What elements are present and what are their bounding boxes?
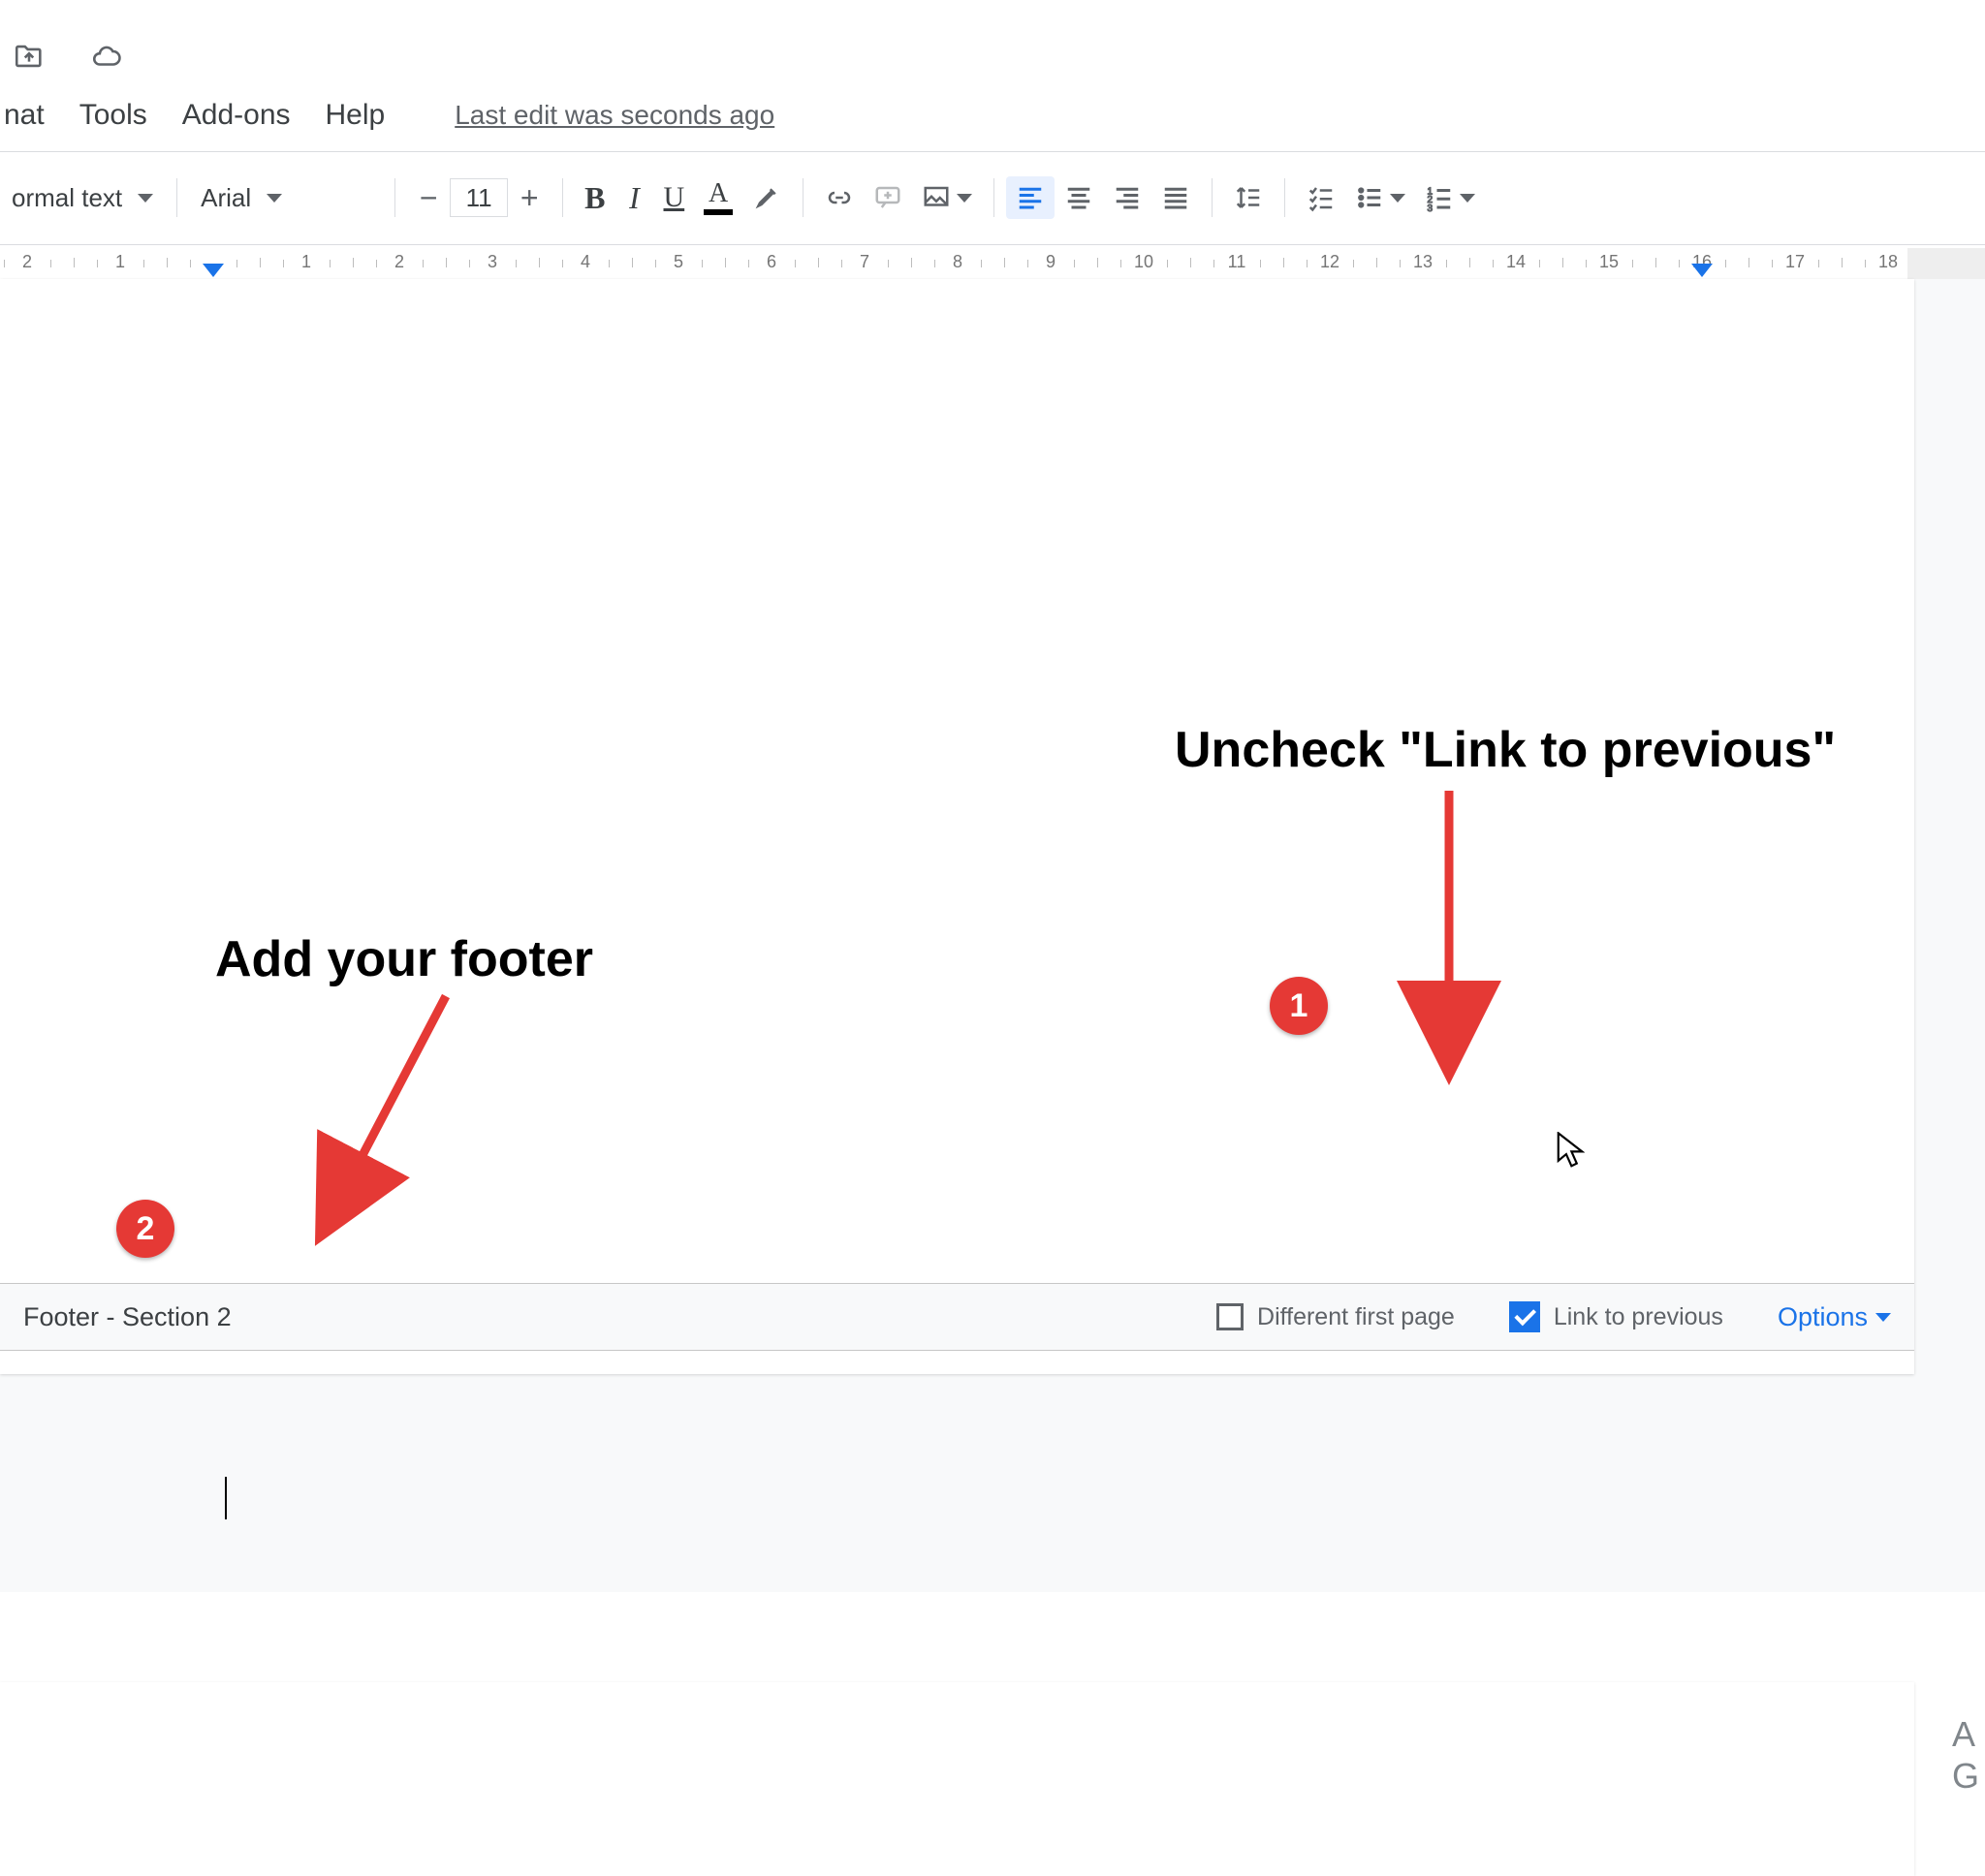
numbered-list-button[interactable]: 123 [1415,176,1485,219]
chevron-down-icon [1875,1313,1891,1322]
link-to-previous-checkbox[interactable] [1509,1301,1540,1332]
insert-link-button[interactable] [815,176,864,219]
align-center-button[interactable] [1055,176,1103,219]
footer-section-label: Footer - Section 2 [23,1302,232,1332]
mouse-cursor-icon [1556,1132,1585,1173]
align-justify-button[interactable] [1151,176,1200,219]
annotation-arrow-1 [1425,791,1483,1067]
link-to-previous-option[interactable]: Link to previous [1509,1301,1723,1332]
toolbar: ormal text Arial − 11 + B I U A [0,171,1485,225]
paragraph-style-select[interactable]: ormal text [0,183,165,213]
last-edit-link[interactable]: Last edit was seconds ago [455,100,774,131]
underline-button[interactable]: U [654,176,695,219]
annotation-arrow-2 [320,996,494,1234]
chevron-down-icon [1390,194,1405,203]
menu-bar: nat Tools Add-ons Help Last edit was sec… [0,93,774,138]
bold-button[interactable]: B [575,176,614,219]
document-page[interactable]: Uncheck "Link to previous" Add your foot… [0,279,1914,1374]
text-color-button[interactable]: A [694,176,742,219]
cloud-status-icon[interactable] [87,37,126,76]
font-size-decrease-button[interactable]: − [407,176,450,219]
font-family-select[interactable]: Arial [189,183,383,213]
menu-tools[interactable]: Tools [76,93,151,138]
toolbar-separator [176,178,177,217]
align-left-button[interactable] [1006,176,1055,219]
insert-image-button[interactable] [912,176,982,219]
page-container: Uncheck "Link to previous" Add your foot… [0,279,1985,1592]
move-file-icon[interactable] [10,37,48,76]
chevron-down-icon [138,194,153,203]
annotation-badge-2: 2 [116,1200,174,1258]
annotation-addfooter-label: Add your footer [215,930,593,988]
paragraph-style-label: ormal text [12,183,122,213]
link-to-previous-label: Link to previous [1554,1303,1723,1331]
menu-addons[interactable]: Add-ons [178,93,295,138]
align-right-button[interactable] [1103,176,1151,219]
annotation-uncheck-label: Uncheck "Link to previous" [1175,721,1836,779]
ruler[interactable]: 21123456789101112131415161718 [0,248,1898,279]
different-first-page-checkbox[interactable] [1216,1303,1244,1330]
italic-button[interactable]: I [615,176,654,219]
menu-help[interactable]: Help [322,93,390,138]
divider [0,244,1985,245]
footer-options-button[interactable]: Options [1778,1302,1891,1332]
font-size-increase-button[interactable]: + [508,176,551,219]
footer-options-label: Options [1778,1302,1868,1332]
ruler-margin-shade [1907,248,1985,279]
highlight-button[interactable] [742,176,791,219]
side-panel-text: A G [1952,1713,1979,1797]
add-comment-button[interactable] [864,176,912,219]
font-size-control: − 11 + [407,176,551,219]
annotation-badge-1: 1 [1270,977,1328,1035]
chevron-down-icon [1460,194,1475,203]
toolbar-separator [993,178,994,217]
toolbar-separator [394,178,395,217]
toolbar-separator [1284,178,1285,217]
font-family-label: Arial [201,183,251,213]
different-first-page-label: Different first page [1257,1303,1455,1331]
chevron-down-icon [957,194,972,203]
footer-toolbar: Footer - Section 2 Different first page … [0,1283,1914,1351]
chevron-down-icon [267,194,282,203]
document-next-page[interactable] [0,1682,1914,1876]
different-first-page-option[interactable]: Different first page [1216,1303,1455,1331]
svg-text:3: 3 [1428,203,1434,212]
toolbar-separator [562,178,563,217]
checklist-button[interactable] [1297,176,1345,219]
line-spacing-button[interactable] [1224,176,1273,219]
toolbar-separator [1212,178,1213,217]
menu-format[interactable]: nat [0,93,48,138]
divider [0,151,1985,152]
bulleted-list-button[interactable] [1345,176,1415,219]
text-cursor [225,1477,227,1519]
font-size-input[interactable]: 11 [450,178,508,217]
